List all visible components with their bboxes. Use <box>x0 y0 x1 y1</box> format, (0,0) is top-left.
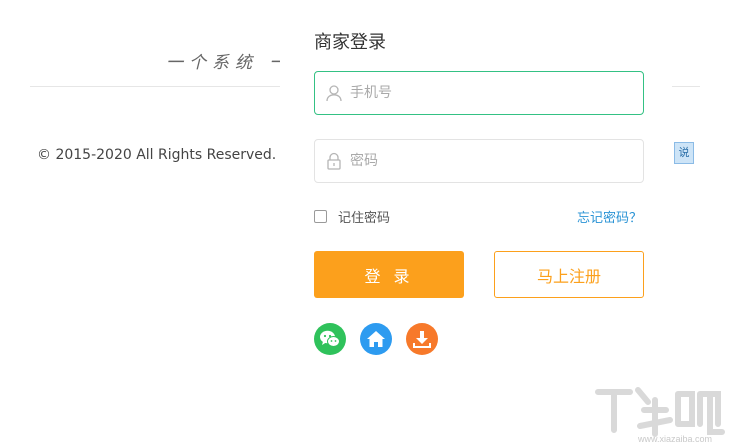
register-button[interactable]: 马上注册 <box>494 251 644 298</box>
home-icon[interactable] <box>360 323 392 355</box>
login-button[interactable]: 登 录 <box>314 251 464 298</box>
forgot-password-link[interactable]: 忘记密码？ <box>577 207 642 226</box>
login-title: 商家登录 <box>314 32 386 53</box>
page: 一个系统 一 © 2015-2020 All Rights Reserved. … <box>0 0 730 446</box>
wechat-icon[interactable] <box>314 323 346 355</box>
user-icon <box>324 83 344 103</box>
phone-input[interactable] <box>350 72 643 114</box>
watermark-url: www.xiazaiba.com <box>637 434 712 444</box>
remember-checkbox[interactable] <box>314 210 327 223</box>
watermark-logo: www.xiazaiba.com <box>592 380 728 446</box>
password-field[interactable] <box>314 139 644 183</box>
side-tag[interactable]: 说 <box>674 142 694 164</box>
copyright-label: © 2015-2020 All Rights Reserved. <box>37 147 277 163</box>
slogan-text: 一个系统 一 <box>166 53 293 73</box>
password-input[interactable] <box>350 140 643 182</box>
copyright-text: © 2015-2020 All Rights Reserved. 云 <box>37 144 295 164</box>
lock-icon <box>324 151 344 171</box>
remember-label[interactable]: 记住密码 <box>338 207 390 226</box>
phone-field[interactable] <box>314 71 644 115</box>
download-icon[interactable] <box>406 323 438 355</box>
remember-row: 记住密码 <box>314 207 390 226</box>
